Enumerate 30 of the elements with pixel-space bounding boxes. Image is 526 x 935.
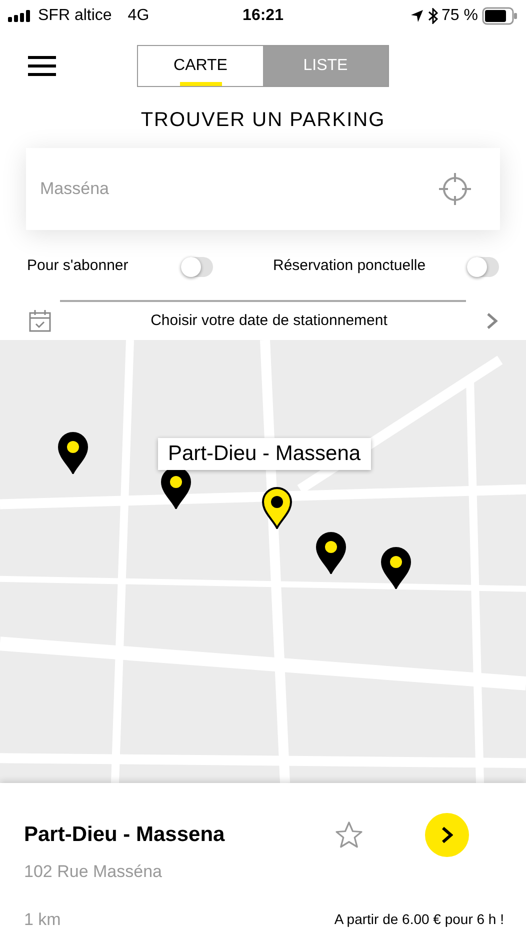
date-picker-button[interactable]: Choisir votre date de stationnement [52, 310, 486, 332]
battery-icon [482, 7, 518, 25]
parking-address: 102 Rue Masséna [24, 861, 163, 883]
menu-icon[interactable] [28, 56, 56, 76]
page-title: TROUVER UN PARKING [140, 108, 386, 133]
clock: 16:21 [242, 6, 284, 26]
locate-icon[interactable] [438, 172, 472, 206]
parking-name: Part-Dieu - Massena [24, 822, 226, 848]
bluetooth-icon [428, 8, 438, 24]
chevron-right-icon[interactable] [486, 312, 498, 330]
parking-price: A partir de 6.00 € pour 6 h ! [334, 910, 504, 929]
search-field[interactable]: Masséna [40, 164, 438, 214]
location-arrow-icon [410, 9, 424, 23]
map-callout: Part-Dieu - Massena [158, 438, 371, 470]
filter-label: Pour s'abonner [27, 256, 130, 276]
calendar-icon [28, 309, 52, 333]
star-icon[interactable] [334, 820, 364, 850]
map-pin-icon[interactable] [262, 487, 292, 529]
carrier-name: SFR altice [38, 6, 112, 26]
filter-label: Réservation ponctuelle [273, 256, 426, 276]
map-pin-icon[interactable] [381, 547, 411, 589]
parking-distance: 1 km [24, 908, 61, 930]
map-pin-icon[interactable] [316, 532, 346, 574]
toggle-switch[interactable] [467, 256, 499, 276]
go-button[interactable] [425, 813, 469, 857]
chevron-right-icon [441, 826, 453, 844]
battery-percentage: 75 % [442, 6, 478, 26]
network-type: 4G [128, 6, 150, 26]
toggle-switch[interactable] [181, 256, 213, 276]
map-pin-icon[interactable] [58, 432, 88, 474]
